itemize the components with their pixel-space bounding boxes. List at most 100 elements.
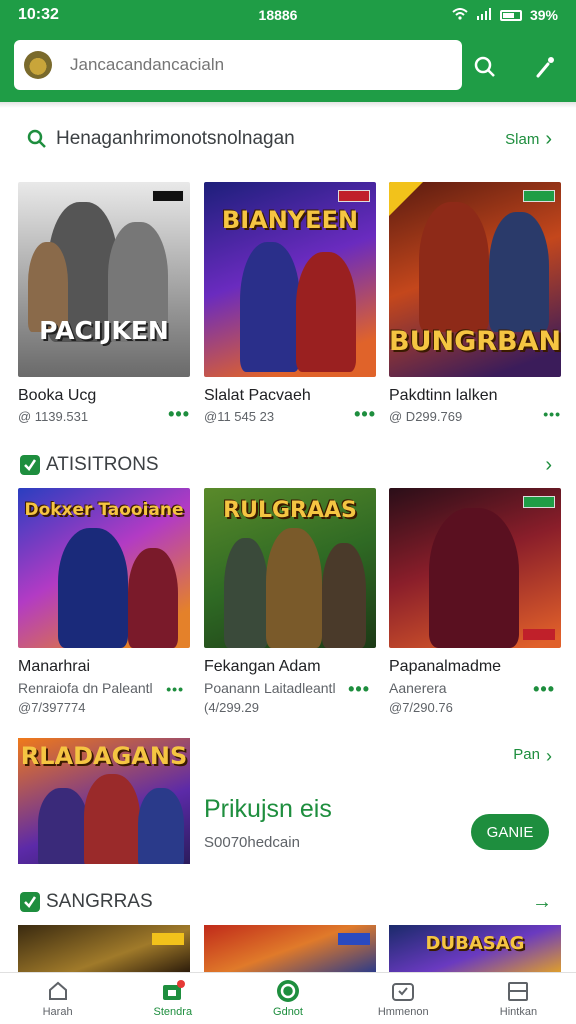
nav-label: Gdnot [273,1005,303,1018]
game-card[interactable]: Papanalmadme Aanerera @7/290.76 ••• [389,488,561,715]
book-icon [506,980,530,1002]
game-meta: @7/290.76 ••• [389,680,561,715]
thumbnail-art-text: BUNGRBAN [389,326,561,357]
search-icon [26,128,48,155]
signal-icon [476,7,492,23]
game-meta: @7/397774 ••• [18,682,190,715]
game-thumbnail[interactable] [204,925,376,973]
promo-thumbnail[interactable]: RLADAGANS [18,738,190,864]
game-title: Pakdtinn lalken [389,387,498,404]
game-thumbnail[interactable]: DUBASAG [389,925,561,973]
section2-title: ATISITRONS [46,454,159,475]
chevron-right-icon: › [545,453,552,476]
nav-item-books[interactable]: Hintkan [461,973,576,1024]
thumbnail-art-text: BIANYEEN [221,206,359,234]
promo-link[interactable]: Pan › [513,746,552,767]
game-title: Booka Ucg [18,387,97,404]
thumbnail-art-text: PACIJKEN [39,316,169,345]
section3-header: SANGRRAS → [0,887,576,917]
microphone-icon[interactable] [532,54,558,80]
section2-see-all-link[interactable]: › [545,454,552,477]
game-downloads: @ D299.769 [389,409,463,424]
search-bar[interactable] [14,40,462,90]
game-title: Fekangan Adam [204,658,321,675]
games-icon [161,979,185,1002]
nav-item-games[interactable]: Stendra [115,973,230,1024]
more-options-icon[interactable]: ••• [168,405,190,424]
chevron-right-icon: › [545,127,552,150]
game-downloads: @7/290.76 [389,700,453,715]
game-meta: (4/299.29 ••• [204,680,376,715]
promo-art-text: RLADAGANS [20,742,188,770]
battery-icon [499,9,522,21]
status-center-text: 18886 [258,7,298,23]
more-options-icon[interactable]: ••• [348,680,370,698]
nav-item-home[interactable]: Harah [0,973,115,1024]
game-title: Papanalmadme [389,658,502,675]
battery-text: 39% [529,7,558,23]
game-meta: @ D299.769 ••• [389,407,561,424]
more-options-icon[interactable]: ••• [354,405,376,424]
section1-link-label: Slam [505,130,540,148]
more-options-icon[interactable]: ••• [533,680,555,698]
avatar[interactable] [24,51,52,79]
game-thumbnail: RULGRAAS [204,488,376,648]
game-thumbnail: BIANYEEN [204,182,376,377]
game-card[interactable]: BUNGRBAN Pakdtinn lalken @ D299.769 ••• [389,182,561,424]
game-downloads: @ 1139.531 [18,409,89,424]
section1-see-all-link[interactable]: Slam › [505,128,552,151]
game-card[interactable]: BIANYEEN Slalat Pacvaeh @11 545 23 ••• [204,182,376,424]
check-badge-icon [20,455,40,480]
promo-game-button[interactable]: GANIE [471,814,549,850]
thumbnail-art-text: DUBASAG [425,933,525,954]
game-subtitle: Renraiofa dn Paleantl [18,680,153,696]
promo-subtitle: S0070hedcain [204,834,300,851]
circle-icon [276,979,300,1002]
game-thumbnail[interactable] [18,925,190,973]
header-shadow [0,102,576,108]
game-downloads: (4/299.29 [204,700,259,715]
game-thumbnail: PACIJKEN [18,182,190,377]
promo-title: Prikujsn eis [204,795,332,823]
nav-label: Harah [42,1005,73,1018]
section3-title: SANGRRAS [46,891,153,912]
game-thumbnail: BUNGRBAN [389,182,561,377]
app-header [0,30,576,102]
section3-see-all-link[interactable]: → [532,891,552,914]
wifi-icon [452,7,468,23]
arrow-right-icon: → [532,890,552,913]
game-downloads: @11 545 23 [204,409,275,424]
section1-title: Henaganhrimonotsnolnagan [56,128,295,149]
thumbnail-art-text: Dokxer Taooiane [24,500,184,520]
chevron-right-icon: › [546,746,552,766]
promo-link-label: Pan [513,746,540,763]
home-icon [46,980,70,1002]
section2-header: ATISITRONS › [0,450,576,480]
game-card[interactable]: PACIJKEN Booka Ucg @ 1139.531 ••• [18,182,190,424]
game-card[interactable]: Dokxer Taooiane Manarhrai Renraiofa dn P… [18,488,190,715]
bottom-navigation: Harah Stendra Gdnot Hmmenon Hintkan [0,972,576,1024]
more-options-icon[interactable]: ••• [166,682,184,696]
status-time: 10:32 [18,6,59,23]
section1-header: Henaganhrimonotsnolnagan Slam › [0,124,576,154]
status-right: 39% [418,7,558,23]
more-options-icon[interactable]: ••• [543,407,561,424]
check-badge-icon [20,892,40,917]
game-thumbnail [389,488,561,648]
game-meta: @11 545 23 ••• [204,405,376,424]
nav-label: Stendra [153,1005,193,1018]
thumbnail-art-text: RULGRAAS [223,498,357,523]
game-thumbnail: Dokxer Taooiane [18,488,190,648]
nav-item-center[interactable]: Gdnot [230,973,345,1024]
status-bar: 10:32 18886 39% [0,0,576,30]
search-icon[interactable] [472,54,498,80]
search-input[interactable] [70,55,450,75]
game-title: Manarhrai [18,658,91,675]
game-card[interactable]: RULGRAAS Fekangan Adam Poanann Laitadlea… [204,488,376,715]
game-title: Slalat Pacvaeh [204,387,311,404]
nav-label: Hmmenon [377,1005,429,1018]
game-meta: @ 1139.531 ••• [18,405,190,424]
nav-label: Hintkan [499,1005,538,1018]
nav-item-movies[interactable]: Hmmenon [346,973,461,1024]
game-downloads: @7/397774 [18,700,86,715]
